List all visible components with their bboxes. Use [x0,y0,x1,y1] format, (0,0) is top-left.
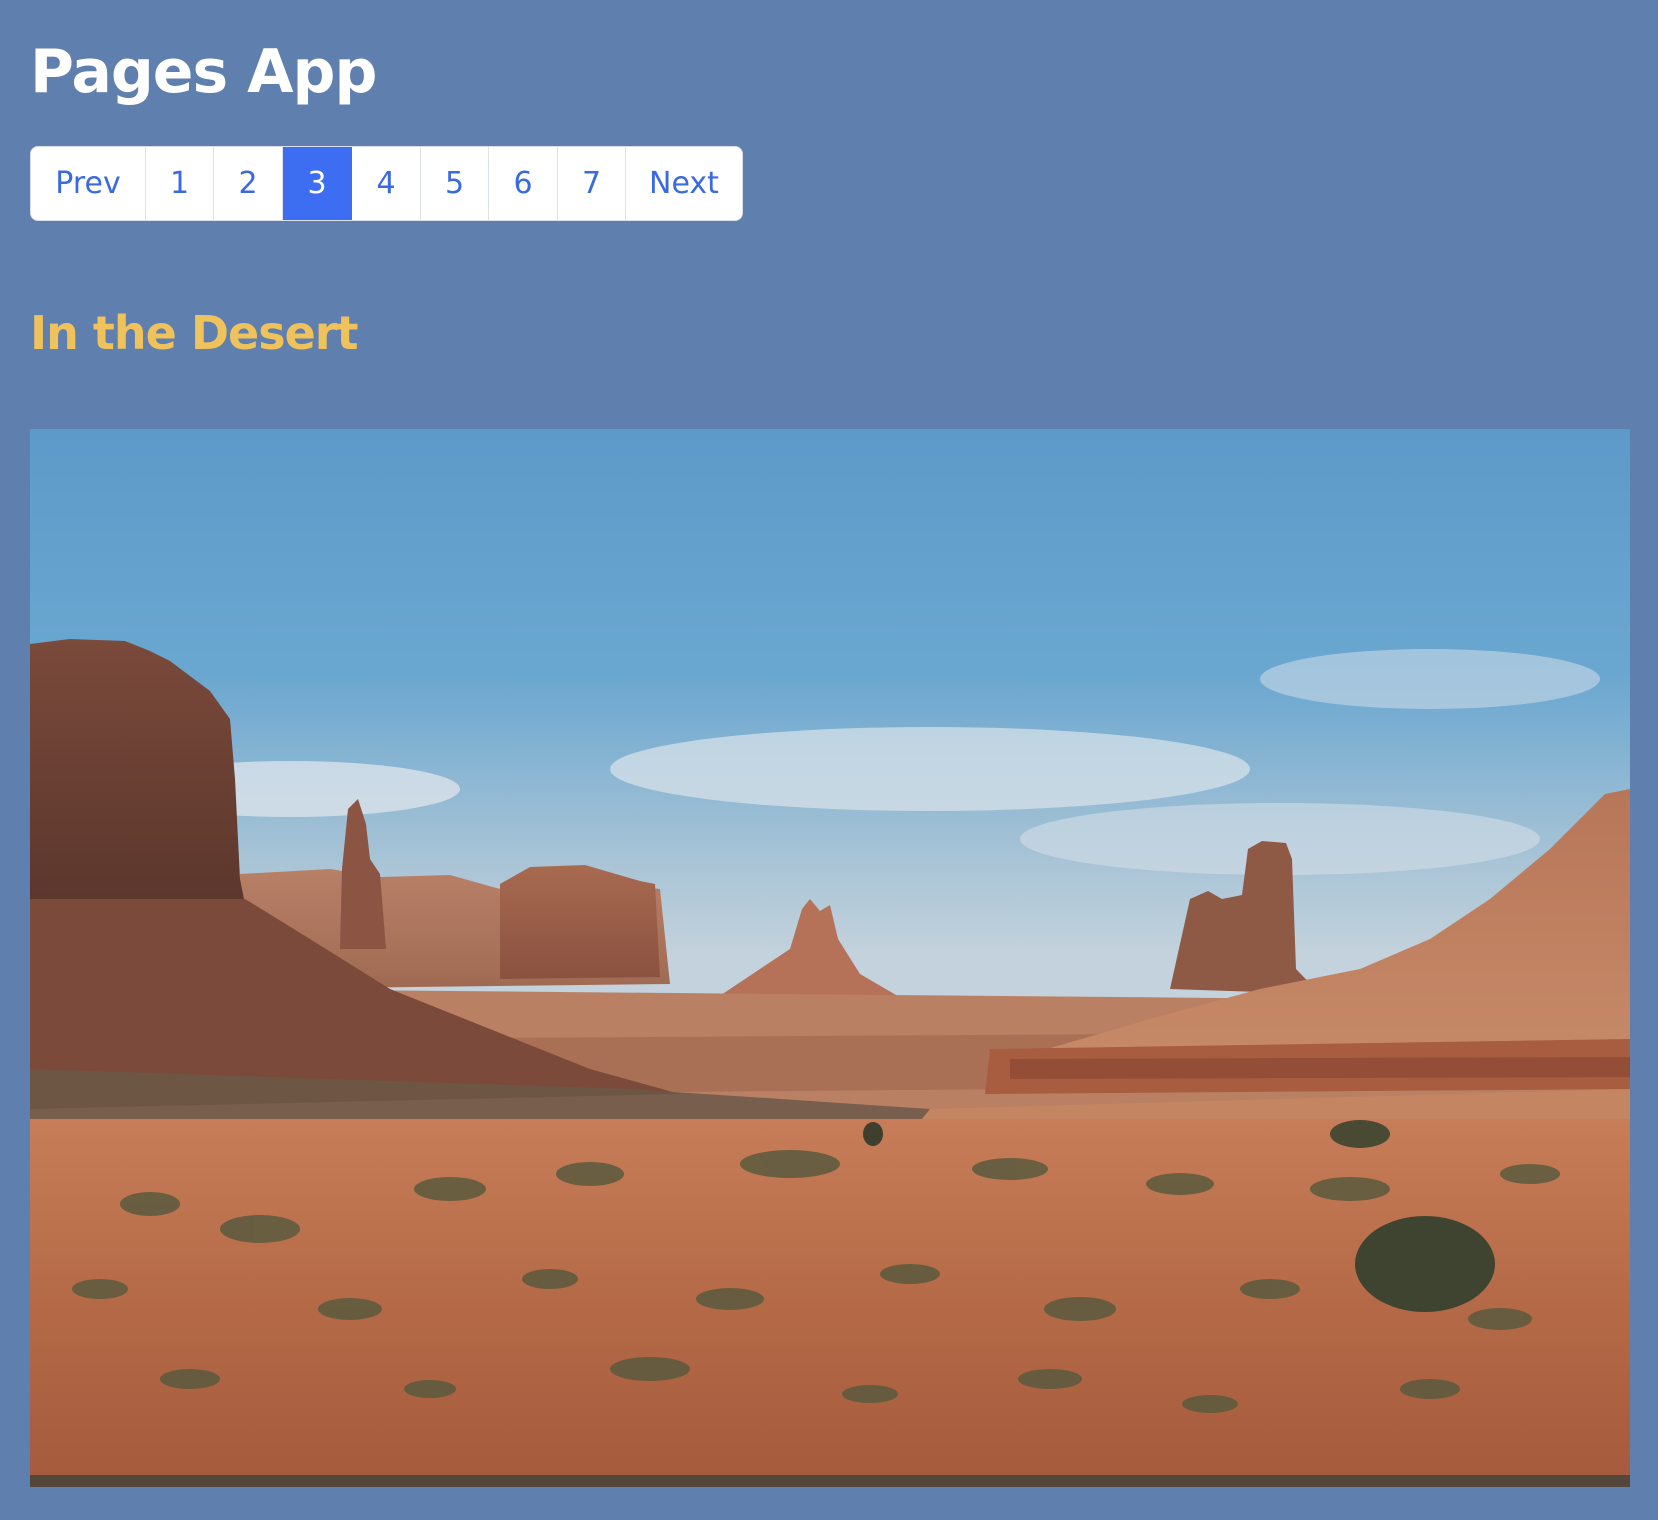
page-7-button[interactable]: 7 [558,147,626,220]
page-3-button[interactable]: 3 [283,147,352,220]
page-2-button[interactable]: 2 [214,147,283,220]
page-5-button[interactable]: 5 [421,147,489,220]
page-4-button[interactable]: 4 [352,147,421,220]
desert-photo [30,429,1630,1487]
section-title: In the Desert [30,306,358,360]
page-1-button[interactable]: 1 [146,147,214,220]
page-title: Pages App [30,37,377,107]
next-page-button[interactable]: Next [626,147,742,220]
pagination: Prev 1 2 3 4 5 6 7 Next [30,146,743,221]
page-6-button[interactable]: 6 [489,147,558,220]
prev-page-button[interactable]: Prev [31,147,146,220]
